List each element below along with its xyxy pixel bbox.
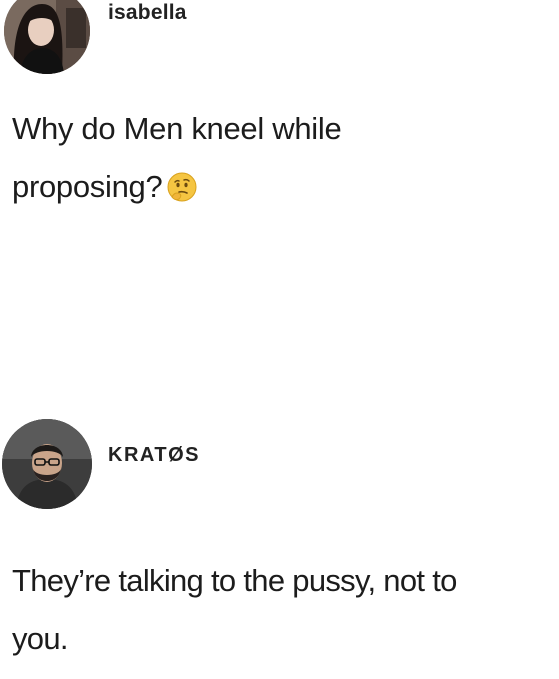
username[interactable]: KRATØS <box>108 444 200 467</box>
thinking-face-icon <box>166 171 198 203</box>
tweet-isabella: isabella Why do Men kneel while proposin… <box>0 0 559 300</box>
tweet-text: They’re talking to the pussy, not to you… <box>12 552 557 668</box>
tweet-text: Why do Men kneel while proposing? <box>12 100 492 216</box>
tweet-text-line: proposing? <box>12 158 492 216</box>
avatar[interactable] <box>2 419 92 509</box>
tweet-kratos: KRATØS They’re talking to the pussy, not… <box>0 405 559 679</box>
tweet-text-line: Why do Men kneel while <box>12 111 342 146</box>
tweet-text-fragment: proposing? <box>12 169 163 204</box>
tweet-text-line: you. <box>12 621 68 656</box>
avatar[interactable] <box>4 0 90 74</box>
username[interactable]: isabella <box>108 1 187 25</box>
tweet-text-line: They’re talking to the pussy, not to <box>12 563 457 598</box>
